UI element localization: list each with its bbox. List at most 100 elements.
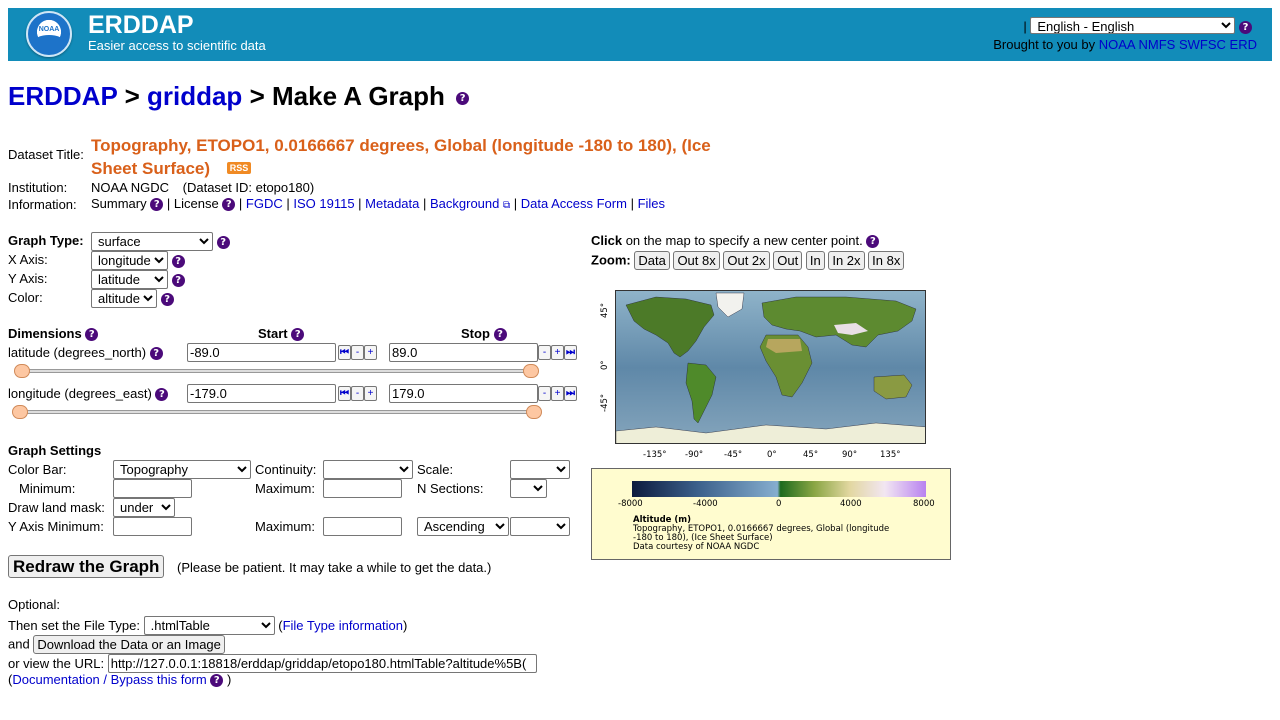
y-axis-help-icon[interactable]: ? bbox=[171, 274, 185, 288]
y-axis-label: Y Axis: bbox=[8, 271, 48, 286]
language-select[interactable]: English - English bbox=[1030, 17, 1236, 34]
minus-button[interactable]: - bbox=[538, 386, 551, 402]
latitude-slider-start-handle[interactable] bbox=[14, 364, 30, 378]
minus-button[interactable]: - bbox=[351, 386, 364, 402]
graph-type-help-icon[interactable]: ? bbox=[216, 236, 230, 250]
land-mask-select[interactable]: under bbox=[113, 498, 175, 517]
minimum-input[interactable] bbox=[113, 479, 192, 498]
latitude-help-icon[interactable]: ? bbox=[149, 347, 163, 361]
zoom-data-button[interactable]: Data bbox=[634, 251, 670, 270]
rss-icon[interactable]: RSS bbox=[226, 162, 252, 174]
minus-button[interactable]: - bbox=[538, 345, 551, 361]
color-wrap: altitude ? bbox=[91, 289, 174, 308]
stop-help-icon[interactable]: ? bbox=[493, 328, 507, 342]
topography-map[interactable] bbox=[615, 290, 926, 444]
zoom-in-8x-button[interactable]: In 8x bbox=[868, 251, 905, 270]
continuity-select[interactable] bbox=[323, 460, 413, 479]
swfsc-link[interactable]: SWFSC bbox=[1179, 37, 1226, 52]
start-help-icon[interactable]: ? bbox=[291, 328, 305, 342]
zoom-row: Zoom: Data Out 8x Out 2x Out In In 2x In… bbox=[591, 251, 905, 270]
y-axis-max-input[interactable] bbox=[323, 517, 402, 536]
map-svg bbox=[616, 291, 925, 443]
fgdc-link[interactable]: FGDC bbox=[246, 196, 283, 211]
iso-link[interactable]: ISO 19115 bbox=[293, 196, 354, 211]
y-axis-min-input[interactable] bbox=[113, 517, 192, 536]
longitude-label: longitude (degrees_east) bbox=[8, 386, 152, 401]
zoom-in-2x-button[interactable]: In 2x bbox=[828, 251, 865, 270]
file-type-info-link[interactable]: File Type information bbox=[283, 618, 403, 633]
color-bar-select[interactable]: Topography bbox=[113, 460, 251, 479]
url-input[interactable] bbox=[107, 654, 537, 673]
noaa-logo[interactable]: NOAA bbox=[26, 11, 72, 57]
breadcrumb-erddap[interactable]: ERDDAP bbox=[8, 81, 117, 111]
documentation-link[interactable]: Documentation / Bypass this form bbox=[12, 672, 206, 687]
plus-button[interactable]: + bbox=[551, 345, 564, 361]
latitude-slider-stop-handle[interactable] bbox=[523, 364, 539, 378]
maximum-input[interactable] bbox=[323, 479, 402, 498]
summary-help-icon[interactable]: ? bbox=[150, 198, 164, 212]
language-help-icon[interactable]: ? bbox=[1239, 21, 1252, 35]
x-axis-help-icon[interactable]: ? bbox=[171, 255, 185, 269]
y-axis-order-select[interactable]: Ascending bbox=[417, 517, 509, 536]
plus-button[interactable]: + bbox=[364, 386, 377, 402]
plus-button[interactable]: + bbox=[551, 386, 564, 402]
download-button[interactable]: Download the Data or an Image bbox=[33, 635, 225, 654]
x-axis-select[interactable]: longitude bbox=[91, 251, 168, 270]
first-icon[interactable]: ⏮ bbox=[338, 386, 351, 402]
documentation-row: (Documentation / Bypass this form ? ) bbox=[8, 672, 232, 688]
longitude-help-icon[interactable]: ? bbox=[155, 388, 169, 402]
latitude-stop-nav: - + ⏭ bbox=[538, 344, 577, 361]
nmfs-link[interactable]: NMFS bbox=[1139, 37, 1176, 52]
language-separator: | bbox=[1023, 19, 1027, 34]
longitude-slider-stop-handle[interactable] bbox=[526, 405, 542, 419]
file-type-select[interactable]: .htmlTable bbox=[143, 616, 275, 635]
first-icon[interactable]: ⏮ bbox=[338, 345, 351, 361]
plus-button[interactable]: + bbox=[364, 345, 377, 361]
minus-button[interactable]: - bbox=[351, 345, 364, 361]
erd-link[interactable]: ERD bbox=[1230, 37, 1257, 52]
last-icon[interactable]: ⏭ bbox=[564, 345, 577, 361]
y-axis-select[interactable]: latitude bbox=[91, 270, 168, 289]
legend-tick: 0 bbox=[776, 499, 782, 509]
longitude-start-input[interactable] bbox=[187, 384, 336, 403]
zoom-out-2x-button[interactable]: Out 2x bbox=[723, 251, 770, 270]
dataset-title: Topography, ETOPO1, 0.0166667 degrees, G… bbox=[91, 134, 751, 180]
graph-type-wrap: surface ? bbox=[91, 232, 230, 251]
latitude-slider[interactable] bbox=[22, 369, 532, 373]
latitude-start-input[interactable] bbox=[187, 343, 336, 362]
zoom-out-8x-button[interactable]: Out 8x bbox=[673, 251, 720, 270]
dimensions-help-icon[interactable]: ? bbox=[85, 328, 99, 342]
breadcrumb-griddap[interactable]: griddap bbox=[147, 81, 242, 111]
nsections-select[interactable] bbox=[510, 479, 547, 498]
background-link[interactable]: Background bbox=[430, 196, 499, 211]
zoom-in-button[interactable]: In bbox=[805, 251, 825, 270]
noaa-link[interactable]: NOAA bbox=[1099, 37, 1135, 52]
page-help-icon[interactable]: ? bbox=[456, 91, 470, 105]
redraw-graph-button[interactable]: Redraw the Graph bbox=[8, 555, 165, 578]
breadcrumb-sep: > bbox=[124, 81, 140, 111]
y-axis-extra-select[interactable] bbox=[510, 517, 570, 536]
dataset-title-label: Dataset Title: bbox=[8, 147, 84, 162]
stop-header: Stop ? bbox=[461, 326, 507, 342]
longitude-slider[interactable] bbox=[14, 410, 539, 414]
longitude-stop-input[interactable] bbox=[389, 384, 538, 403]
download-row: and Download the Data or an Image bbox=[8, 635, 225, 654]
license-help-icon[interactable]: ? bbox=[222, 198, 236, 212]
zoom-out-button[interactable]: Out bbox=[773, 251, 803, 270]
latitude-stop-input[interactable] bbox=[389, 343, 538, 362]
longitude-slider-start-handle[interactable] bbox=[12, 405, 28, 419]
scale-select[interactable] bbox=[510, 460, 570, 479]
files-link[interactable]: Files bbox=[638, 196, 665, 211]
last-icon[interactable]: ⏭ bbox=[564, 386, 577, 402]
dataset-id: (Dataset ID: etopo180) bbox=[182, 180, 315, 195]
graph-type-select[interactable]: surface bbox=[91, 232, 213, 251]
color-help-icon[interactable]: ? bbox=[160, 293, 174, 307]
documentation-help-icon[interactable]: ? bbox=[210, 674, 224, 688]
color-select[interactable]: altitude bbox=[91, 289, 157, 308]
legend-tick: -8000 bbox=[618, 499, 643, 509]
metadata-link[interactable]: Metadata bbox=[365, 196, 419, 211]
x-axis-wrap: longitude ? bbox=[91, 251, 185, 270]
map-help-icon[interactable]: ? bbox=[866, 235, 880, 249]
data-access-form-link[interactable]: Data Access Form bbox=[521, 196, 627, 211]
map-instruction: Click on the map to specify a new center… bbox=[591, 233, 880, 249]
